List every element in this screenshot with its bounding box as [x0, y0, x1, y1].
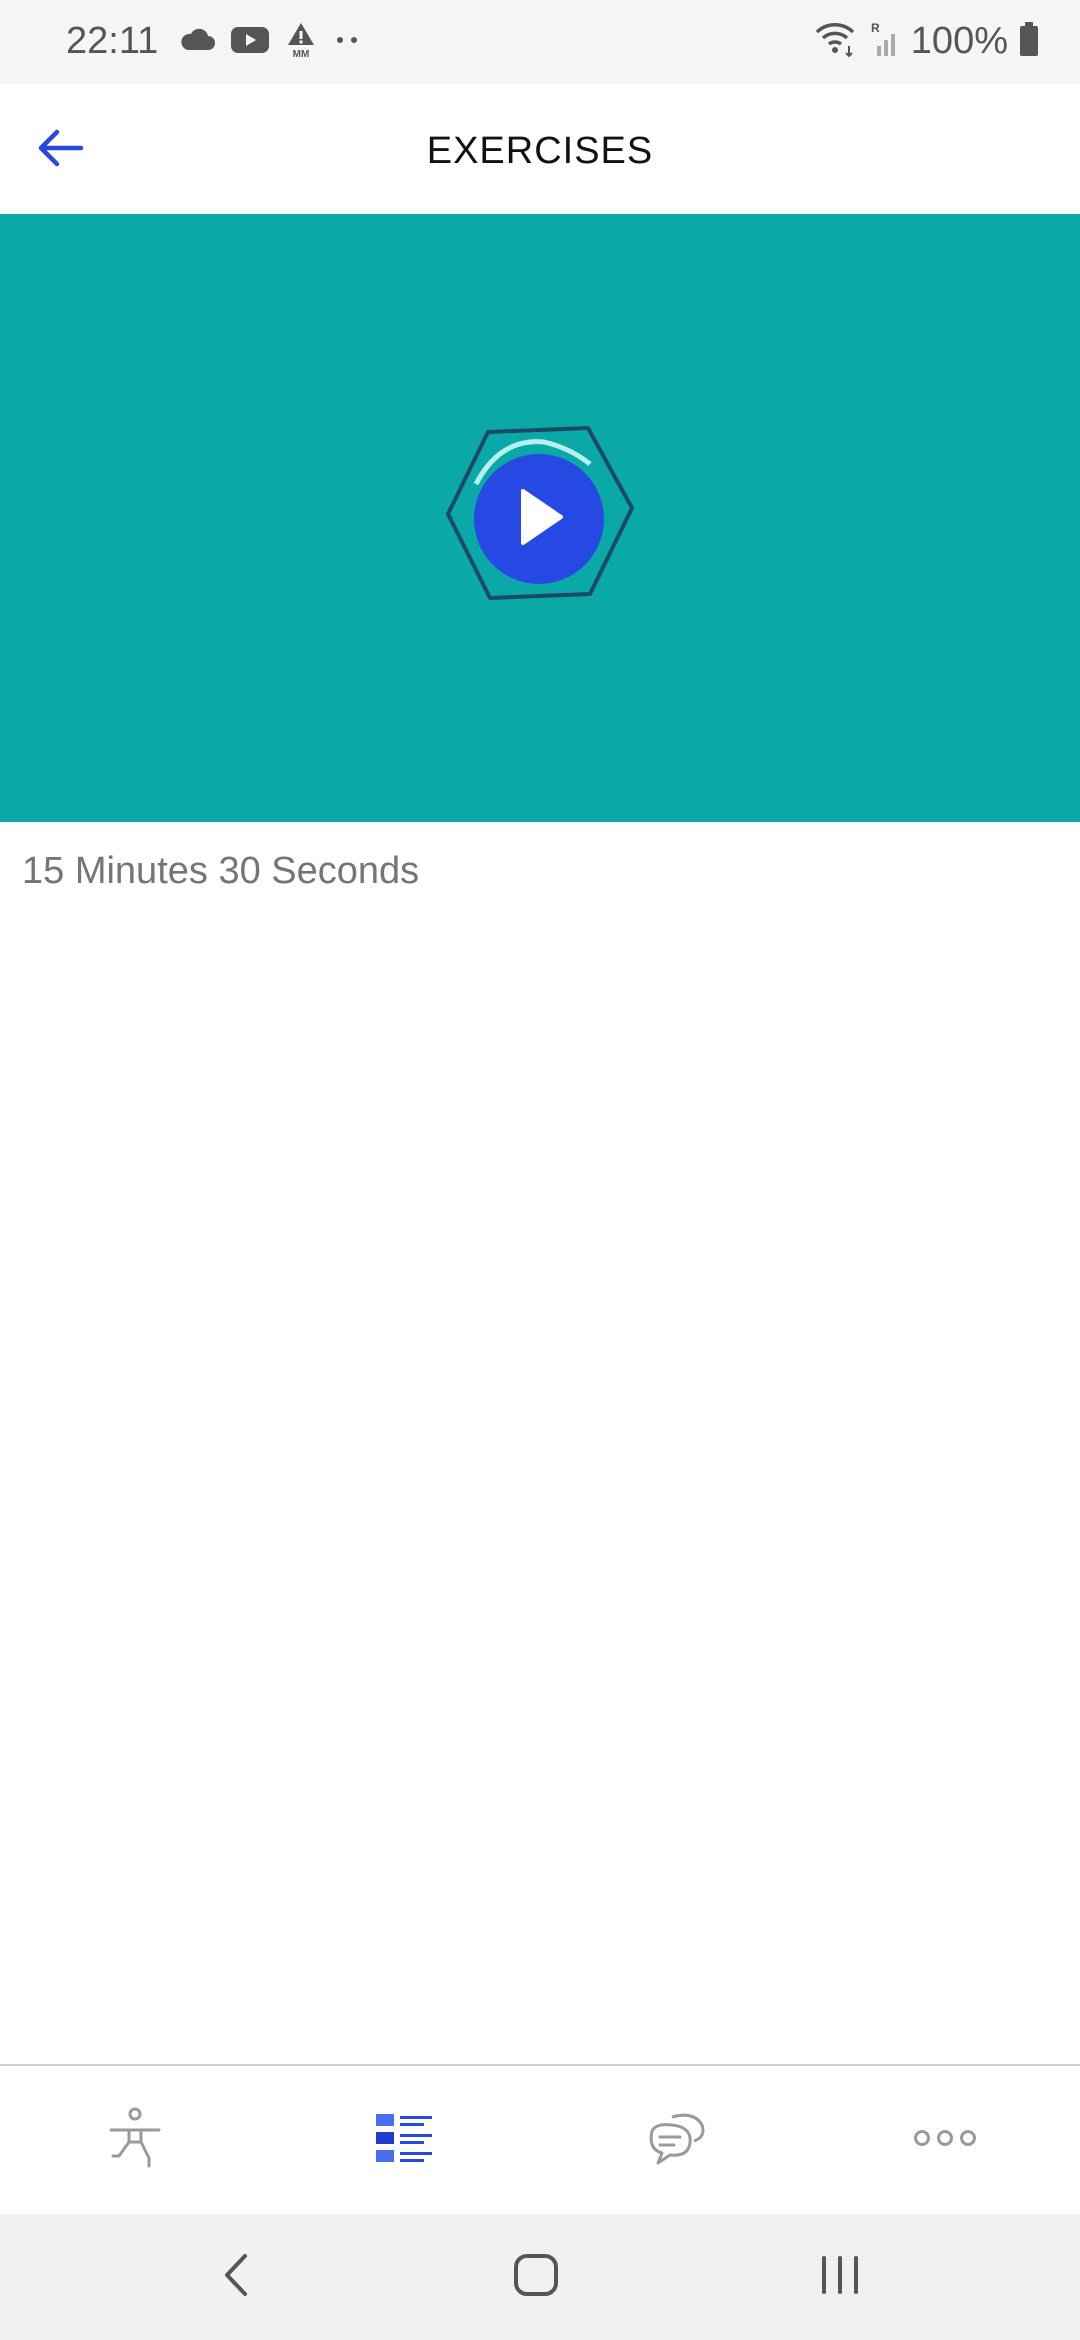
exercise-duration: 15 Minutes 30 Seconds — [22, 850, 420, 892]
more-dots-icon — [332, 30, 362, 55]
play-button[interactable] — [474, 454, 604, 584]
recents-icon — [818, 2254, 862, 2301]
video-player[interactable] — [0, 214, 1080, 822]
system-home-button[interactable] — [496, 2244, 576, 2310]
svg-text:MM: MM — [293, 49, 310, 59]
nav-exercises-list[interactable] — [270, 2066, 540, 2214]
status-right: R 100% — [813, 20, 1040, 63]
page-title: EXERCISES — [426, 130, 654, 172]
app-bar: EXERCISES — [0, 84, 1080, 214]
battery-percentage: 100% — [910, 20, 1008, 62]
system-recents-button[interactable] — [800, 2244, 880, 2310]
bottom-navigation — [0, 2064, 1080, 2214]
signal-icon: R — [867, 20, 901, 63]
system-back-button[interactable] — [196, 2244, 276, 2310]
battery-icon — [1018, 20, 1040, 63]
nav-more[interactable] — [810, 2066, 1080, 2214]
play-icon — [509, 485, 569, 554]
back-icon — [221, 2252, 251, 2303]
cloud-icon — [180, 28, 216, 57]
svg-text:R: R — [871, 21, 880, 35]
play-graphic — [440, 424, 640, 614]
youtube-icon — [230, 25, 270, 60]
notification-icons: MM — [180, 22, 362, 62]
status-time: 22:11 — [66, 20, 159, 62]
wifi-icon — [813, 20, 857, 63]
home-icon — [512, 2252, 560, 2303]
chat-bubbles-icon — [644, 2109, 706, 2172]
status-bar: 22:11 MM R 100% — [0, 0, 1080, 84]
warning-mm-icon: MM — [284, 21, 318, 64]
system-navigation — [0, 2214, 1080, 2340]
nav-chat[interactable] — [540, 2066, 810, 2214]
nav-exercise[interactable] — [0, 2066, 270, 2214]
list-icon — [374, 2112, 436, 2169]
exercise-figure-icon — [105, 2106, 165, 2175]
more-horizontal-icon — [913, 2128, 977, 2153]
